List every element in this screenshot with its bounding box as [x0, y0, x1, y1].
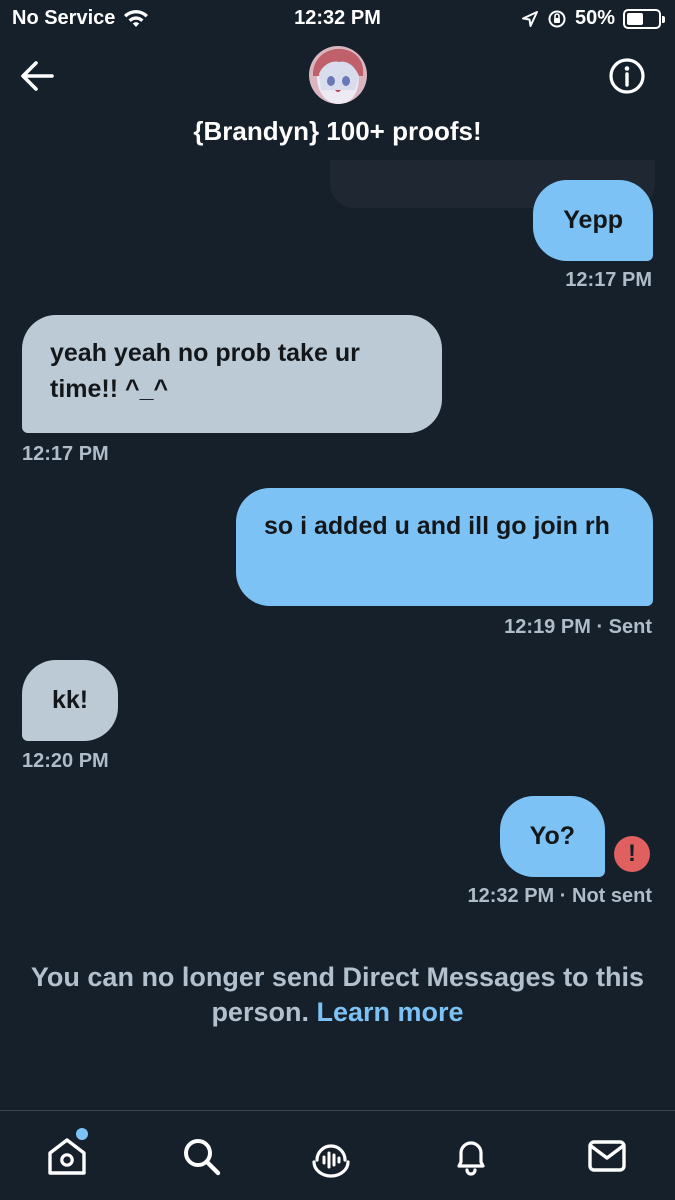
message-list[interactable]: Yepp 12:17 PM yeah yeah no prob take ur …	[0, 160, 675, 1110]
message-text: Yo?	[529, 822, 575, 850]
messages-icon[interactable]	[584, 1133, 630, 1179]
location-arrow-icon	[521, 10, 538, 27]
message-meta: 12:32 PM · Not sent	[468, 885, 653, 908]
message-text: so i added u and ill go join rh	[264, 512, 610, 540]
message-meta: 12:17 PM	[22, 443, 109, 466]
message-meta: 12:20 PM	[22, 750, 109, 773]
message-text: Yepp	[563, 206, 623, 234]
message-time: 12:17 PM	[565, 269, 652, 291]
message-time: 12:19 PM	[504, 616, 591, 638]
error-icon[interactable]: !	[614, 836, 650, 872]
notifications-icon[interactable]	[448, 1133, 494, 1179]
battery-icon	[623, 8, 665, 29]
message-status: · Sent	[596, 616, 652, 638]
message-time: 12:20 PM	[22, 750, 109, 772]
avatar-image	[309, 46, 367, 104]
message-time: 12:17 PM	[22, 443, 109, 465]
message-text: yeah yeah no prob take ur time!! ^_^	[50, 339, 360, 403]
message-bubble-incoming[interactable]: yeah yeah no prob take ur time!! ^_^	[22, 315, 442, 433]
spaces-icon[interactable]	[308, 1133, 354, 1179]
conversation-header: {Brandyn} 100+ proofs!	[0, 38, 675, 160]
message-bubble-outgoing[interactable]: so i added u and ill go join rh	[236, 488, 653, 606]
message-bubble-outgoing[interactable]: Yepp	[533, 180, 653, 261]
message-time: 12:32 PM	[467, 885, 555, 907]
message-meta: 12:17 PM	[565, 269, 652, 292]
message-meta: 12:19 PM · Sent	[504, 616, 652, 639]
info-circle-icon[interactable]	[607, 56, 647, 96]
bottom-nav	[0, 1110, 675, 1200]
status-bar: No Service 12:32 PM 50%	[0, 0, 675, 38]
dm-disabled-notice: You can no longer send Direct Messages t…	[30, 960, 645, 1030]
dm-screen: No Service 12:32 PM 50% {Brandyn} 100+ p…	[0, 0, 675, 1200]
rotation-lock-icon	[548, 10, 566, 27]
conversation-title: {Brandyn} 100+ proofs!	[193, 116, 482, 146]
battery-percent: 50%	[574, 7, 615, 29]
status-right: 50%	[521, 7, 665, 30]
message-bubble-incoming[interactable]: kk!	[22, 660, 119, 741]
search-icon[interactable]	[178, 1133, 224, 1179]
notification-dot	[76, 1128, 88, 1140]
message-status: · Not sent	[559, 885, 652, 907]
message-text: kk!	[52, 686, 89, 714]
learn-more-link[interactable]: Learn more	[316, 997, 463, 1027]
message-bubble-outgoing[interactable]: Yo?	[499, 796, 605, 877]
arrow-left-icon[interactable]	[18, 58, 58, 94]
avatar[interactable]	[309, 46, 367, 104]
